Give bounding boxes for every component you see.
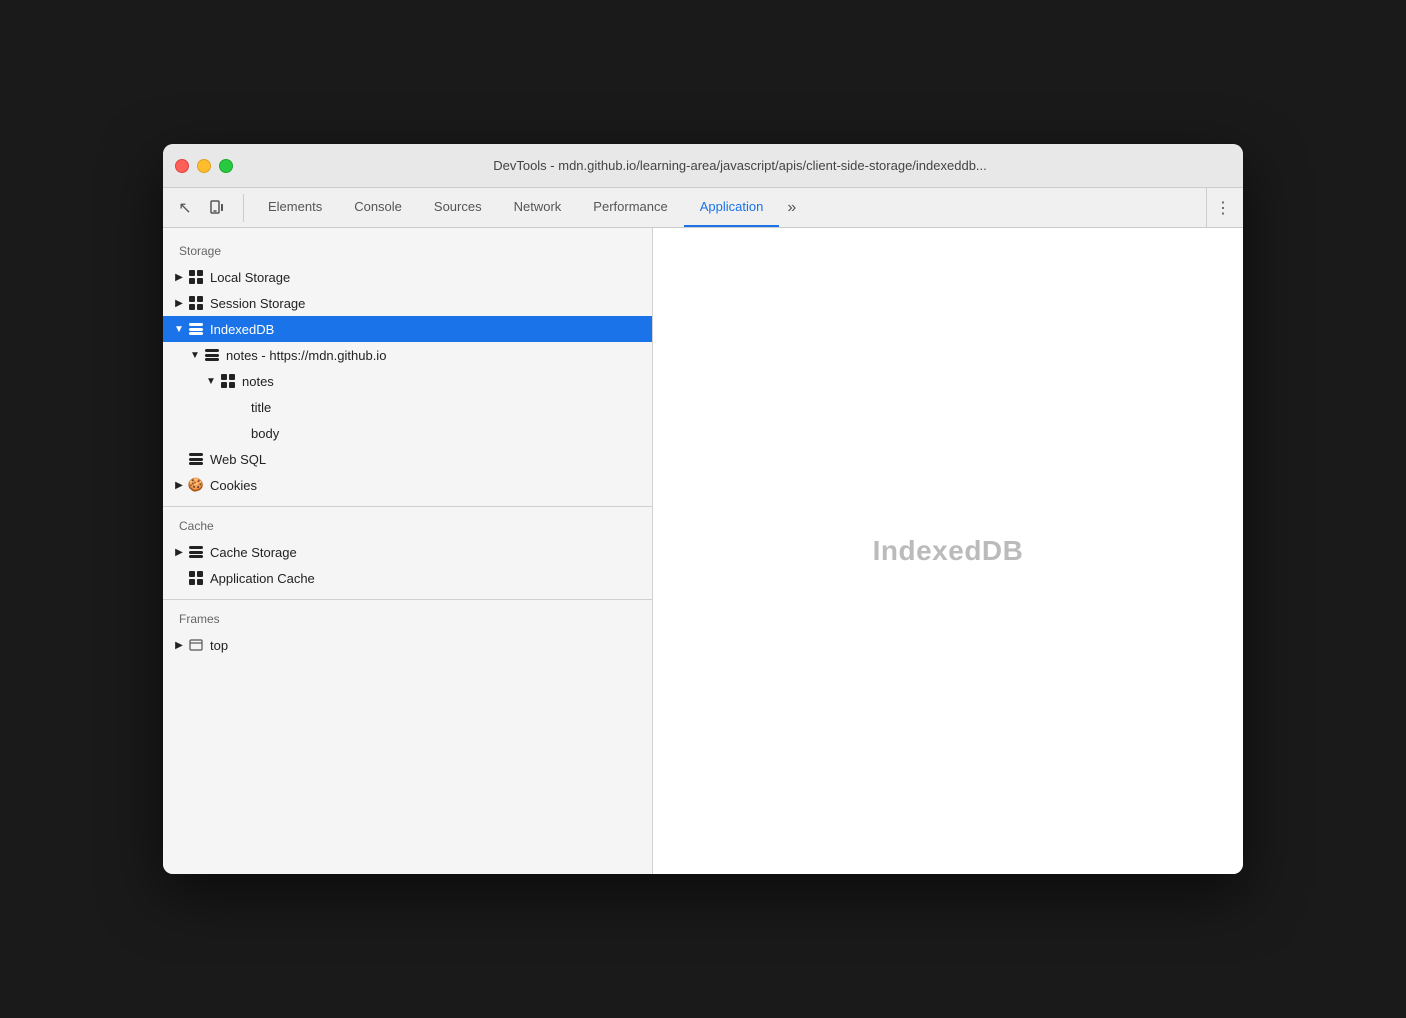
titlebar: DevTools - mdn.github.io/learning-area/j… — [163, 144, 1243, 188]
cache-storage-label: Cache Storage — [210, 545, 297, 560]
tab-performance[interactable]: Performance — [577, 188, 683, 227]
sidebar-item-body[interactable]: body — [163, 420, 652, 446]
grid-icon-notes-store — [219, 374, 237, 388]
sidebar-item-cache-storage[interactable]: ▶ Cache Storage — [163, 539, 652, 565]
db-icon-notes-db — [203, 348, 221, 362]
panel-placeholder: IndexedDB — [873, 535, 1024, 567]
sidebar-item-top[interactable]: ▶ top — [163, 632, 652, 658]
divider-storage-cache — [163, 506, 652, 507]
sidebar-item-indexeddb[interactable]: ▼ IndexedDB — [163, 316, 652, 342]
tab-console[interactable]: Console — [338, 188, 418, 227]
tab-sources[interactable]: Sources — [418, 188, 498, 227]
sidebar-item-title[interactable]: title — [163, 394, 652, 420]
sidebar: Storage ▶ Local Storage ▶ Session Storag… — [163, 228, 653, 874]
grid-icon-local-storage — [187, 270, 205, 284]
minimize-button[interactable] — [197, 159, 211, 173]
toolbar-icon-group: ↖ — [171, 194, 244, 222]
cursor-icon[interactable]: ↖ — [171, 194, 199, 222]
frames-section-label: Frames — [163, 608, 652, 632]
sidebar-item-session-storage[interactable]: ▶ Session Storage — [163, 290, 652, 316]
tabs: Elements Console Sources Network Perform… — [252, 188, 1198, 227]
title-label: title — [251, 400, 271, 415]
db-icon-websql — [187, 452, 205, 466]
traffic-lights — [175, 159, 233, 173]
expand-arrow-session-storage: ▶ — [171, 298, 187, 309]
websql-label: Web SQL — [210, 452, 266, 467]
sidebar-item-app-cache[interactable]: Application Cache — [163, 565, 652, 591]
maximize-button[interactable] — [219, 159, 233, 173]
window-title: DevTools - mdn.github.io/learning-area/j… — [249, 158, 1231, 173]
more-tabs-button[interactable]: » — [779, 188, 804, 227]
toolbar: ↖ Elements Console Sources Network — [163, 188, 1243, 228]
close-button[interactable] — [175, 159, 189, 173]
cache-section-label: Cache — [163, 515, 652, 539]
expand-arrow-top: ▶ — [171, 640, 187, 651]
body-label: body — [251, 426, 279, 441]
db-icon-indexeddb — [187, 322, 205, 336]
expand-arrow-cookies: ▶ — [171, 480, 187, 491]
db-icon-cache-storage — [187, 545, 205, 559]
notes-db-label: notes - https://mdn.github.io — [226, 348, 386, 363]
tab-elements[interactable]: Elements — [252, 188, 338, 227]
grid-icon-app-cache — [187, 571, 205, 585]
divider-cache-frames — [163, 599, 652, 600]
sidebar-item-cookies[interactable]: ▶ 🍪 Cookies — [163, 472, 652, 498]
cookies-label: Cookies — [210, 478, 257, 493]
app-cache-label: Application Cache — [210, 571, 315, 586]
grid-icon-session-storage — [187, 296, 205, 310]
menu-button[interactable]: ⋮ — [1206, 188, 1235, 227]
expand-arrow-local-storage: ▶ — [171, 272, 187, 283]
notes-store-label: notes — [242, 374, 274, 389]
main-content: Storage ▶ Local Storage ▶ Session Storag… — [163, 228, 1243, 874]
sidebar-item-local-storage[interactable]: ▶ Local Storage — [163, 264, 652, 290]
window-icon-top — [187, 638, 205, 652]
expand-arrow-indexeddb: ▼ — [171, 324, 187, 335]
tab-application[interactable]: Application — [684, 188, 780, 227]
sidebar-item-websql[interactable]: Web SQL — [163, 446, 652, 472]
main-panel: IndexedDB — [653, 228, 1243, 874]
cookie-icon: 🍪 — [187, 477, 205, 493]
tab-network[interactable]: Network — [498, 188, 578, 227]
expand-arrow-cache-storage: ▶ — [171, 547, 187, 558]
top-label: top — [210, 638, 228, 653]
indexeddb-label: IndexedDB — [210, 322, 274, 337]
session-storage-label: Session Storage — [210, 296, 305, 311]
expand-arrow-notes-db: ▼ — [187, 350, 203, 361]
device-icon[interactable] — [203, 194, 231, 222]
storage-section-label: Storage — [163, 240, 652, 264]
expand-arrow-notes-store: ▼ — [203, 376, 219, 387]
local-storage-label: Local Storage — [210, 270, 290, 285]
sidebar-item-notes-store[interactable]: ▼ notes — [163, 368, 652, 394]
sidebar-item-notes-db[interactable]: ▼ notes - https://mdn.github.io — [163, 342, 652, 368]
devtools-window: DevTools - mdn.github.io/learning-area/j… — [163, 144, 1243, 874]
